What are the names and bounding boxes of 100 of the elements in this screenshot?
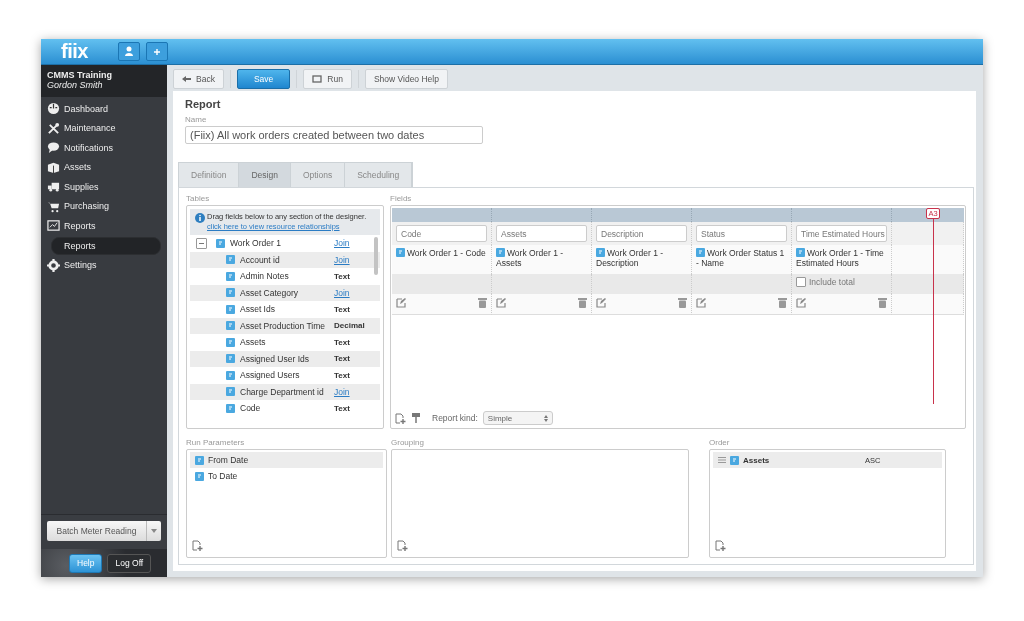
section-heading: Order [709,438,731,447]
field-name[interactable]: Asset Ids [240,304,329,315]
chart-icon [47,219,60,233]
edit-icon[interactable] [696,297,707,308]
user-button[interactable] [117,42,140,61]
speech-bubble-icon [47,141,60,155]
field-name[interactable]: Account id [240,254,329,265]
run-button[interactable]: Run [303,69,352,89]
edit-icon[interactable] [496,297,507,308]
tab[interactable]: Design [239,163,291,187]
field-name[interactable]: Asset Category [240,287,329,298]
sidebar-item[interactable]: Notifications [41,138,167,158]
edit-icon[interactable] [596,297,607,308]
tools-icon [47,121,60,135]
column-header-field[interactable]: Assets [496,225,587,242]
sidebar-item[interactable]: Settings [41,255,167,275]
video-help-button[interactable]: Show Video Help [364,69,448,89]
parameter-item[interactable]: To Date [208,471,238,481]
table-name[interactable]: Work Order 1 [230,238,329,249]
section-heading: Run Parameters [186,438,246,447]
column-field[interactable]: Work Order Status 1 - Name [696,248,787,268]
column-field[interactable]: Work Order 1 - Assets [496,248,587,268]
field-icon [226,321,235,331]
field-icon [730,455,739,465]
sidebar-subitem[interactable]: Reports [51,236,161,255]
sidebar-item[interactable]: Purchasing [41,196,167,216]
sidebar-item[interactable]: Reports [41,216,167,236]
field-name[interactable]: Assigned User Ids [240,353,329,364]
logoff-button[interactable]: Log Off [107,553,152,573]
field-label: Name [185,115,208,124]
column-header-field[interactable]: Description [596,225,687,242]
parameter-item[interactable]: From Date [208,455,249,465]
field-name[interactable]: Assigned Users [240,370,329,381]
field-type: Text [334,337,351,347]
field-icon [226,370,235,380]
column-field[interactable]: Work Order 1 - Time Estimated Hours [796,248,887,268]
company-name: CMMS Training [47,70,113,80]
column-field[interactable]: Work Order 1 - Description [596,248,687,268]
checkbox-label: Include total [809,277,855,287]
join-link[interactable]: Join [334,287,380,298]
field-icon [195,471,204,481]
field-icon [226,387,235,397]
section-heading: Fields [390,194,413,203]
column-header-field[interactable]: Time Estimated Hours [796,225,887,242]
report-kind-select[interactable]: Simple [482,411,553,425]
join-link[interactable]: Join [334,254,380,265]
section-heading: Grouping [391,438,425,447]
field-icon [796,248,805,257]
trash-icon[interactable] [478,297,487,308]
field-icon [195,455,204,465]
field-type: Text [334,370,351,380]
collapse-icon[interactable] [196,237,207,249]
column-header-field[interactable]: Status [696,225,787,242]
field-icon [226,255,235,265]
field-icon [696,248,705,257]
field-icon [226,337,235,347]
join-link[interactable]: Join [334,238,380,249]
join-link[interactable]: Join [334,386,380,397]
scrollbar[interactable] [374,237,378,275]
user-name: Gordon Smith [47,80,104,90]
page-title: Report [185,98,222,110]
checkbox[interactable] [796,277,806,287]
trash-icon[interactable] [578,297,587,308]
settings-icon [47,258,60,272]
add-button[interactable] [145,42,168,61]
field-type: Text [334,403,351,413]
column-header-field[interactable]: Code [396,225,487,242]
trash-icon[interactable] [778,297,787,308]
field-name[interactable]: Admin Notes [240,271,329,282]
field-icon [226,304,235,314]
order-field[interactable]: Assets [743,455,861,465]
add-icon[interactable] [715,540,726,551]
truck-icon [47,180,60,194]
add-icon[interactable] [192,540,203,551]
edit-icon[interactable] [396,297,407,308]
add-icon[interactable] [397,540,408,551]
field-icon [226,288,235,298]
field-icon [226,403,235,413]
section-heading: Tables [186,194,211,203]
sidebar-item[interactable]: Maintenance [41,118,167,138]
trash-icon[interactable] [678,297,687,308]
back-button[interactable]: Back [173,69,224,89]
trash-icon[interactable] [878,297,887,308]
field-name[interactable]: Code [240,403,329,414]
name-field[interactable]: (Fiix) All work orders created between two dates [185,126,483,144]
add-icon[interactable] [395,412,406,424]
edit-icon[interactable] [796,297,807,308]
field-name[interactable]: Asset Production Time [240,320,329,331]
sidebar-item[interactable]: Assets [41,157,167,177]
field-icon [596,248,605,257]
column-field[interactable]: Work Order 1 - Code [396,248,486,258]
field-name[interactable]: Charge Department id [240,386,329,397]
sidebar-item[interactable]: Dashboard [41,99,167,119]
drag-handle-icon[interactable] [718,457,726,463]
field-type: Text [334,354,351,364]
field-type: Text [334,304,351,314]
back-arrow-icon [182,76,191,82]
field-name[interactable]: Assets [240,337,329,348]
sidebar-item[interactable]: Supplies [41,177,167,197]
caret-icon [151,529,157,533]
